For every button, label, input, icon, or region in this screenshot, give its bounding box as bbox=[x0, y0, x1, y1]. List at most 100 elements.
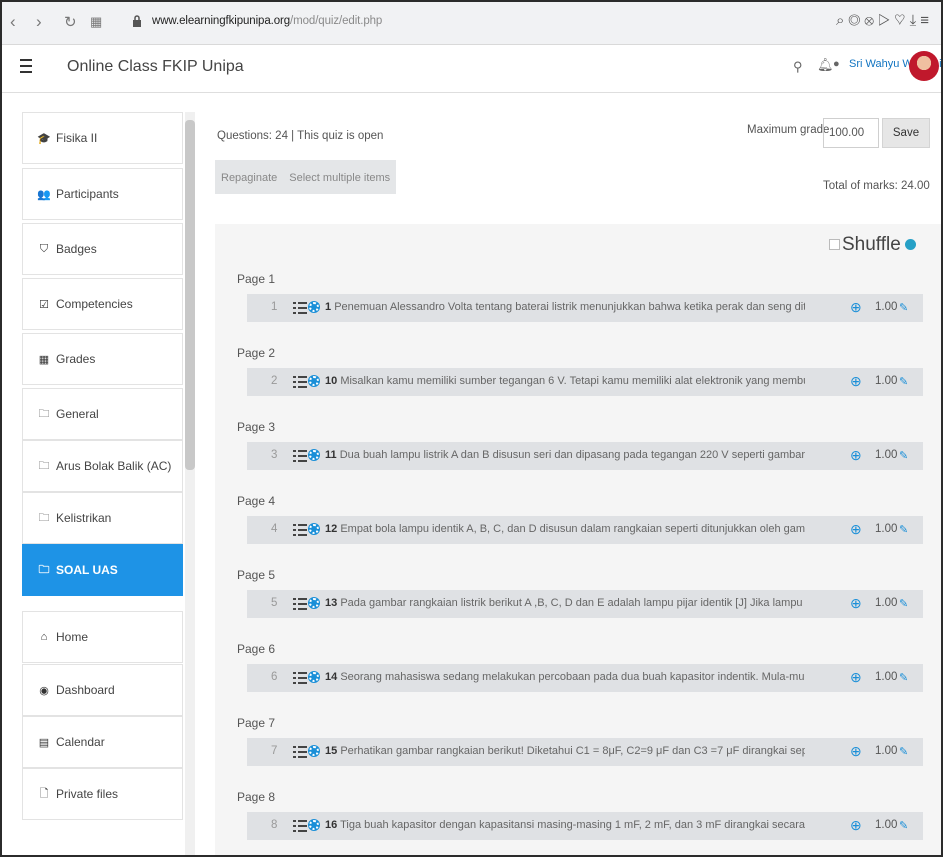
question-row[interactable]: 4 12 Empat bola lampu identik A, B, C, da… bbox=[247, 516, 923, 544]
question-mark[interactable]: 1.00 bbox=[875, 597, 897, 609]
table-icon: ▦ bbox=[38, 353, 50, 366]
question-mark[interactable]: 1.00 bbox=[875, 745, 897, 757]
pencil-icon[interactable]: ✎ bbox=[899, 671, 908, 684]
grid-icon[interactable]: ▦ bbox=[90, 14, 102, 30]
question-text[interactable]: 11 Dua buah lampu listrik A dan B disusu… bbox=[325, 449, 805, 461]
page-label: Page 5 bbox=[237, 568, 276, 582]
question-text[interactable]: 12 Empat bola lampu identik A, B, C, dan… bbox=[325, 523, 805, 535]
preview-icon[interactable]: ⊕ bbox=[850, 669, 862, 686]
question-text[interactable]: 16 Tiga buah kapasitor dengan kapasitans… bbox=[325, 819, 805, 831]
avatar[interactable] bbox=[909, 51, 939, 81]
sidebar-item[interactable]: ◉ Dashboard bbox=[22, 664, 183, 716]
pencil-icon[interactable]: ✎ bbox=[899, 301, 908, 314]
question-text[interactable]: 14 Seorang mahasiswa sedang melakukan pe… bbox=[325, 671, 805, 683]
gear-icon[interactable] bbox=[309, 672, 319, 682]
question-mark[interactable]: 1.00 bbox=[875, 819, 897, 831]
back-icon[interactable]: ‹ bbox=[10, 12, 16, 32]
sidebar-item-label: Home bbox=[56, 630, 89, 644]
preview-icon[interactable]: ⊕ bbox=[850, 521, 862, 538]
sidebar-item[interactable]: ⛉ Badges bbox=[22, 223, 183, 275]
site-name[interactable]: Online Class FKIP Unipa bbox=[67, 58, 244, 76]
sidebar-item-label: Grades bbox=[56, 352, 96, 366]
question-mark[interactable]: 1.00 bbox=[875, 375, 897, 387]
hamburger-menu-icon[interactable] bbox=[20, 59, 36, 77]
page-label: Page 4 bbox=[237, 494, 276, 508]
reload-icon[interactable]: ↻ bbox=[64, 13, 77, 31]
page-label: Page 6 bbox=[237, 642, 276, 656]
question-row[interactable]: 6 14 Seorang mahasiswa sedang melakukan p… bbox=[247, 664, 923, 692]
sidebar-item[interactable]: 🗀 Kelistrikan bbox=[22, 492, 183, 544]
sidebar-item[interactable]: 🗋 Private files bbox=[22, 768, 183, 820]
pencil-icon[interactable]: ✎ bbox=[899, 523, 908, 536]
question-row[interactable]: 3 11 Dua buah lampu listrik A dan B disus… bbox=[247, 442, 923, 470]
home-icon: ⌂ bbox=[40, 631, 48, 643]
help-icon[interactable] bbox=[904, 239, 916, 251]
preview-icon[interactable]: ⊕ bbox=[850, 595, 862, 612]
page-label: Page 2 bbox=[237, 346, 276, 360]
shuffle-control[interactable]: Shuffle bbox=[829, 234, 916, 256]
question-text[interactable]: 15 Perhatikan gambar rangkaian berikut! … bbox=[325, 745, 805, 757]
sidebar-item-label: General bbox=[56, 407, 99, 421]
sidebar-item[interactable]: ▤ Calendar bbox=[22, 716, 183, 768]
preview-icon[interactable]: ⊕ bbox=[850, 817, 862, 834]
question-row[interactable]: 2 10 Misalkan kamu memiliki sumber tegang… bbox=[247, 368, 923, 396]
gear-icon[interactable] bbox=[309, 820, 319, 830]
browser-extension-icons[interactable]: ⌕◎⊗▷♡⤓≡ bbox=[836, 12, 933, 29]
select-multiple-button[interactable]: Select multiple items bbox=[283, 160, 396, 194]
preview-icon[interactable]: ⊕ bbox=[850, 447, 862, 464]
gear-icon[interactable] bbox=[309, 598, 319, 608]
sidebar-item[interactable]: ▦ Grades bbox=[22, 333, 183, 385]
pencil-icon[interactable]: ✎ bbox=[899, 375, 908, 388]
gear-icon[interactable] bbox=[309, 746, 319, 756]
sidebar-item[interactable]: 🗀 SOAL UAS bbox=[22, 544, 183, 596]
gear-icon[interactable] bbox=[309, 376, 319, 386]
gear-icon[interactable] bbox=[309, 524, 319, 534]
question-row[interactable]: 8 16 Tiga buah kapasitor dengan kapasitan… bbox=[247, 812, 923, 840]
question-mark[interactable]: 1.00 bbox=[875, 671, 897, 683]
question-row[interactable]: 7 15 Perhatikan gambar rangkaian berikut!… bbox=[247, 738, 923, 766]
sidebar-item[interactable]: ⌂ Home bbox=[22, 611, 183, 663]
pencil-icon[interactable]: ✎ bbox=[899, 745, 908, 758]
pencil-icon[interactable]: ✎ bbox=[899, 597, 908, 610]
sidebar-item-label: Fisika II bbox=[56, 131, 98, 145]
repaginate-button[interactable]: Repaginate bbox=[215, 160, 283, 194]
question-type-icon bbox=[293, 523, 307, 537]
pencil-icon[interactable]: ✎ bbox=[899, 819, 908, 832]
search-icon[interactable]: ⚲ bbox=[793, 59, 803, 75]
sidebar-item[interactable]: 🗀 General bbox=[22, 388, 183, 440]
sidebar-item[interactable]: 🎓 Fisika II bbox=[22, 112, 183, 164]
pencil-icon[interactable]: ✎ bbox=[899, 449, 908, 462]
question-text[interactable]: 10 Misalkan kamu memiliki sumber teganga… bbox=[325, 375, 805, 387]
sidebar-item[interactable]: 🗀 Arus Bolak Balik (AC) bbox=[22, 440, 183, 492]
quiz-edit-area: Shuffle Page 111 Penemuan Alessandro Vol… bbox=[215, 224, 941, 855]
bell-icon[interactable]: 🔔︎ bbox=[817, 57, 834, 73]
address-bar[interactable]: www.elearningfkipunipa.org/mod/quiz/edit… bbox=[152, 15, 382, 27]
forward-icon[interactable]: › bbox=[36, 12, 42, 32]
quiz-page: Page 2 2 10 Misalkan kamu memiliki sumber … bbox=[215, 346, 941, 420]
chat-icon[interactable]: ● bbox=[833, 58, 840, 70]
question-row[interactable]: 5 13 Pada gambar rangkaian listrik beriku… bbox=[247, 590, 923, 618]
preview-icon[interactable]: ⊕ bbox=[850, 299, 862, 316]
gear-icon[interactable] bbox=[309, 302, 319, 312]
question-number: 14 bbox=[325, 671, 338, 683]
slot-number: 3 bbox=[271, 449, 278, 461]
sidebar-item[interactable]: 👥 Participants bbox=[22, 168, 183, 220]
sidebar-scrollbar-thumb[interactable] bbox=[185, 120, 195, 470]
save-button[interactable]: Save bbox=[882, 118, 930, 148]
question-summary: Misalkan kamu memiliki sumber tegangan 6… bbox=[340, 375, 805, 387]
question-summary: Perhatikan gambar rangkaian berikut! Dik… bbox=[340, 745, 805, 757]
preview-icon[interactable]: ⊕ bbox=[850, 743, 862, 760]
gear-icon[interactable] bbox=[309, 450, 319, 460]
shuffle-label: Shuffle bbox=[842, 234, 901, 255]
question-mark[interactable]: 1.00 bbox=[875, 301, 897, 313]
shuffle-checkbox[interactable] bbox=[829, 239, 840, 251]
question-mark[interactable]: 1.00 bbox=[875, 523, 897, 535]
question-text[interactable]: 1 Penemuan Alessandro Volta tentang bate… bbox=[325, 301, 805, 313]
sidebar-item[interactable]: ☑ Competencies bbox=[22, 278, 183, 330]
page-label: Page 7 bbox=[237, 716, 276, 730]
question-row[interactable]: 11 Penemuan Alessandro Volta tentang bat… bbox=[247, 294, 923, 322]
question-text[interactable]: 13 Pada gambar rangkaian listrik berikut… bbox=[325, 597, 805, 609]
max-grade-input[interactable]: 100.00 bbox=[823, 118, 879, 148]
preview-icon[interactable]: ⊕ bbox=[850, 373, 862, 390]
question-mark[interactable]: 1.00 bbox=[875, 449, 897, 461]
